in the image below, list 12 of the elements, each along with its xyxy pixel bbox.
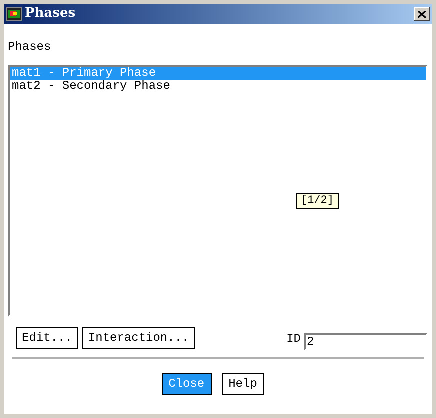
close-icon[interactable] (414, 7, 430, 21)
list-item[interactable]: mat2 - Secondary Phase (10, 80, 426, 93)
dialog-button[interactable]: Help (222, 373, 264, 395)
app-icon (6, 7, 22, 21)
id-label: ID (286, 331, 301, 348)
phases-list[interactable]: mat1 - Primary Phase mat2 - Secondary Phase [1/2] (8, 65, 428, 317)
action-button[interactable]: Edit... (16, 327, 78, 349)
id-field[interactable]: 2 (304, 333, 428, 351)
list-label: Phases (8, 39, 52, 56)
window-title: Phases (25, 5, 76, 24)
action-button[interactable]: Interaction... (82, 327, 196, 349)
tooltip: [1/2] (296, 193, 340, 209)
